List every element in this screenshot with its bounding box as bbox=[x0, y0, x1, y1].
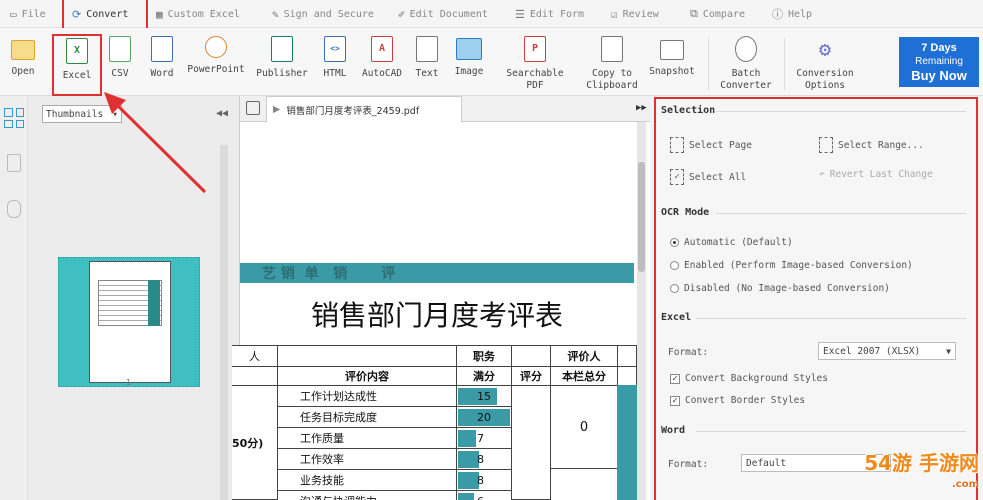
annotation-arrow bbox=[104, 92, 207, 194]
site-watermark: 54游 手游网 .com bbox=[864, 451, 979, 490]
arrow-line bbox=[114, 102, 207, 194]
